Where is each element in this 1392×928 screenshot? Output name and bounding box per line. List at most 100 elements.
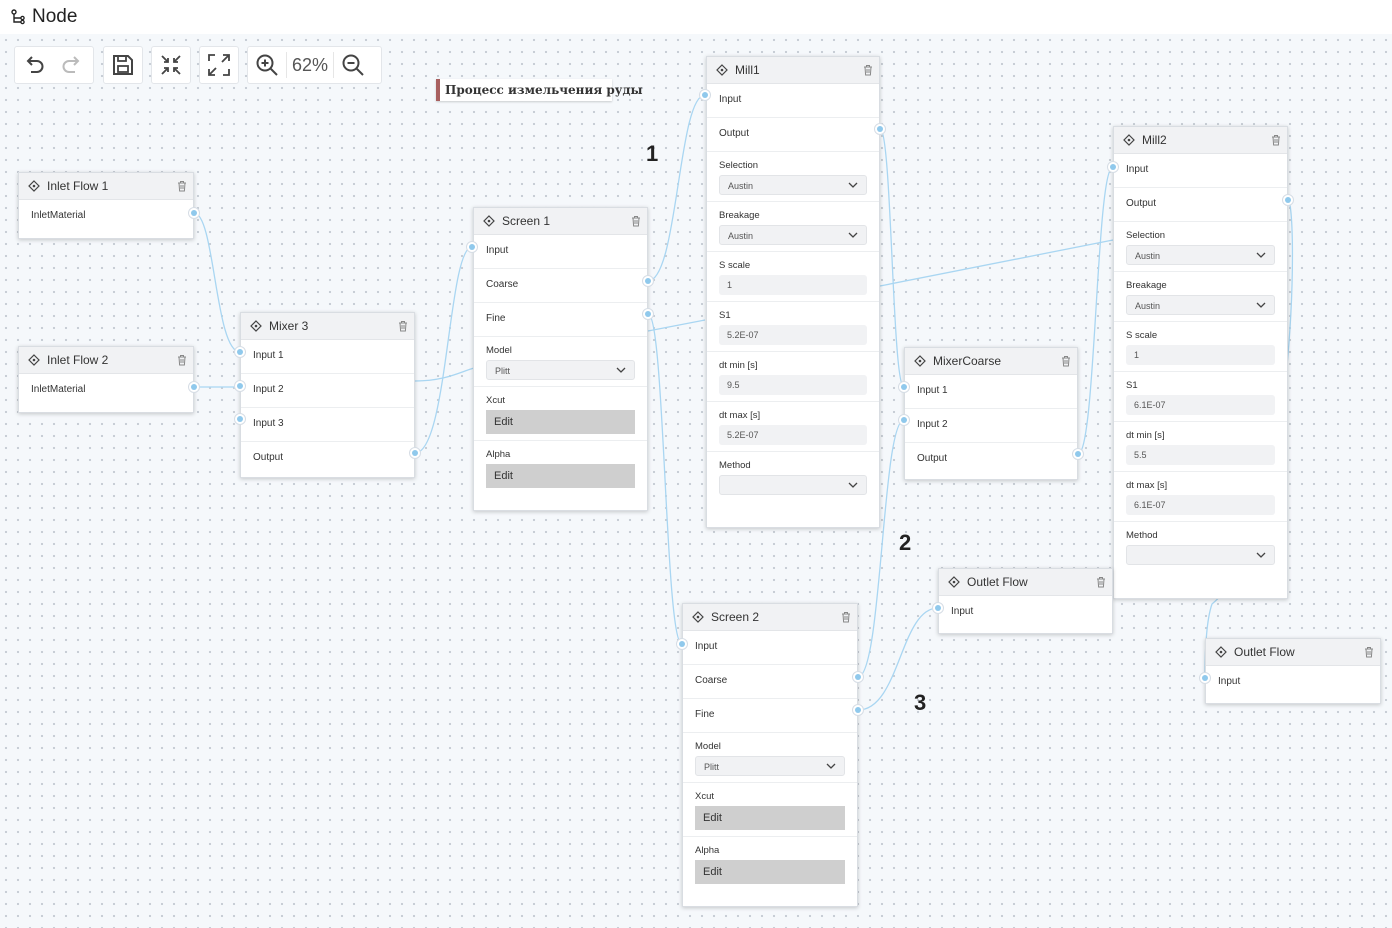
breakage-select[interactable]: Austin <box>719 225 867 245</box>
trash-icon[interactable] <box>1096 576 1106 588</box>
dt-min-input[interactable]: 5.5 <box>1126 445 1275 465</box>
edge-mill1-mixercoarse <box>879 128 905 388</box>
app-title: Node <box>32 6 78 27</box>
dt-min-input[interactable]: 9.5 <box>719 375 867 395</box>
param-label: dt max [s] <box>1126 480 1168 491</box>
port-handle[interactable] <box>466 241 478 253</box>
trash-icon[interactable] <box>177 180 187 192</box>
node-header[interactable]: MixerCoarse <box>905 348 1077 375</box>
node-header[interactable]: Mill1 <box>707 57 879 84</box>
flow-canvas[interactable]: 62% Процесс измельчения руды 1 2 3 Inlet… <box>0 34 1392 928</box>
zoom-in-button[interactable] <box>248 47 286 83</box>
zoom-level: 62% <box>291 54 329 75</box>
dt-max-input[interactable]: 6.1E-07 <box>1126 495 1275 515</box>
dt-max-input[interactable]: 5.2E-07 <box>719 425 867 445</box>
alpha-edit-button[interactable]: Edit <box>486 464 635 488</box>
port-handle[interactable] <box>898 381 910 393</box>
s-scale-input[interactable]: 1 <box>1126 345 1275 365</box>
port-handle[interactable] <box>188 207 200 219</box>
trash-icon[interactable] <box>631 215 641 227</box>
port-handle[interactable] <box>898 414 910 426</box>
port-handle[interactable] <box>852 671 864 683</box>
node-header[interactable]: Mixer 3 <box>241 313 414 340</box>
node-mill1[interactable]: Mill1 Input Output Selection Austin Brea… <box>706 56 880 528</box>
trash-icon[interactable] <box>177 354 187 366</box>
port-handle[interactable] <box>1199 672 1211 684</box>
model-select[interactable]: Plitt <box>695 756 845 776</box>
param-alpha: Alpha Edit <box>683 837 857 890</box>
node-header[interactable]: Inlet Flow 2 <box>19 347 193 374</box>
xcut-edit-button[interactable]: Edit <box>486 410 635 434</box>
annotation-note[interactable]: Процесс измельчения руды <box>436 79 642 101</box>
edge-screen1-mill2 <box>647 319 706 332</box>
method-select[interactable] <box>719 475 867 495</box>
diamond-icon <box>28 180 40 192</box>
port-handle[interactable] <box>852 704 864 716</box>
node-screen-1[interactable]: Screen 1 Input Coarse Fine Model Plitt X… <box>473 207 648 511</box>
s1-input[interactable]: 5.2E-07 <box>719 325 867 345</box>
chevron-down-icon <box>848 182 858 188</box>
port-handle[interactable] <box>234 346 246 358</box>
param-label: S1 <box>1126 380 1138 391</box>
port-output: Output <box>917 453 948 464</box>
node-header[interactable]: Outlet Flow <box>1206 639 1380 666</box>
port-handle[interactable] <box>1072 448 1084 460</box>
port-handle[interactable] <box>188 381 200 393</box>
port-handle[interactable] <box>642 308 654 320</box>
port-handle[interactable] <box>1107 161 1119 173</box>
port-input: Input <box>683 631 857 665</box>
port-handle[interactable] <box>409 447 421 459</box>
port-input: Input <box>1218 676 1241 687</box>
port-handle[interactable] <box>234 380 246 392</box>
port-handle[interactable] <box>874 123 886 135</box>
method-select[interactable] <box>1126 545 1275 565</box>
param-label: Selection <box>719 160 759 171</box>
node-outlet-flow[interactable]: Outlet Flow Input <box>1205 638 1381 704</box>
port-handle[interactable] <box>642 275 654 287</box>
node-mill2[interactable]: Mill2 Input Output Selection Austin Brea… <box>1113 126 1288 599</box>
node-header[interactable]: Outlet Flow <box>939 569 1112 596</box>
trash-icon[interactable] <box>1271 134 1281 146</box>
selection-select[interactable]: Austin <box>1126 245 1275 265</box>
node-header[interactable]: Inlet Flow 1 <box>19 173 193 200</box>
node-inlet-flow-1[interactable]: Inlet Flow 1 InletMaterial <box>18 172 194 239</box>
port-handle[interactable] <box>234 413 246 425</box>
port-handle[interactable] <box>1282 194 1294 206</box>
node-outlet-flow[interactable]: Outlet Flow Input <box>938 568 1113 634</box>
node-mixer-3[interactable]: Mixer 3 Input 1 Input 2 Input 3 Output <box>240 312 415 478</box>
save-button[interactable] <box>104 47 142 83</box>
node-header[interactable]: Screen 1 <box>474 208 647 235</box>
selection-select[interactable]: Austin <box>719 175 867 195</box>
zoom-out-button[interactable] <box>334 47 372 83</box>
breakage-select[interactable]: Austin <box>1126 295 1275 315</box>
xcut-edit-button[interactable]: Edit <box>695 806 845 830</box>
trash-icon[interactable] <box>863 64 873 76</box>
port-output: Output <box>707 118 879 152</box>
node-header[interactable]: Mill2 <box>1114 127 1287 154</box>
s1-input[interactable]: 6.1E-07 <box>1126 395 1275 415</box>
s-scale-input[interactable]: 1 <box>719 275 867 295</box>
port-output: Output <box>253 452 284 463</box>
model-select[interactable]: Plitt <box>486 360 635 380</box>
trash-icon[interactable] <box>841 611 851 623</box>
port-handle[interactable] <box>699 89 711 101</box>
node-mixercoarse[interactable]: MixerCoarse Input 1 Input 2 Output <box>904 347 1078 480</box>
param-s-scale: S scale 1 <box>707 252 879 302</box>
trash-icon[interactable] <box>1364 646 1374 658</box>
fullscreen-button[interactable] <box>200 47 238 83</box>
node-inlet-flow-2[interactable]: Inlet Flow 2 InletMaterial <box>18 346 194 413</box>
trash-icon[interactable] <box>1061 355 1071 367</box>
alpha-edit-button[interactable]: Edit <box>695 860 845 884</box>
undo-button[interactable] <box>15 47 53 83</box>
diamond-icon <box>250 320 262 332</box>
diamond-icon <box>28 354 40 366</box>
redo-button[interactable] <box>53 47 91 83</box>
trash-icon[interactable] <box>398 320 408 332</box>
port-handle[interactable] <box>932 602 944 614</box>
port-handle[interactable] <box>676 638 688 650</box>
param-dt-max: dt max [s] 5.2E-07 <box>707 402 879 452</box>
node-screen-2[interactable]: Screen 2 Input Coarse Fine Model Plitt X… <box>682 603 858 907</box>
fit-view-button[interactable] <box>152 47 190 83</box>
node-header[interactable]: Screen 2 <box>683 604 857 631</box>
save-toolbar <box>103 46 143 84</box>
